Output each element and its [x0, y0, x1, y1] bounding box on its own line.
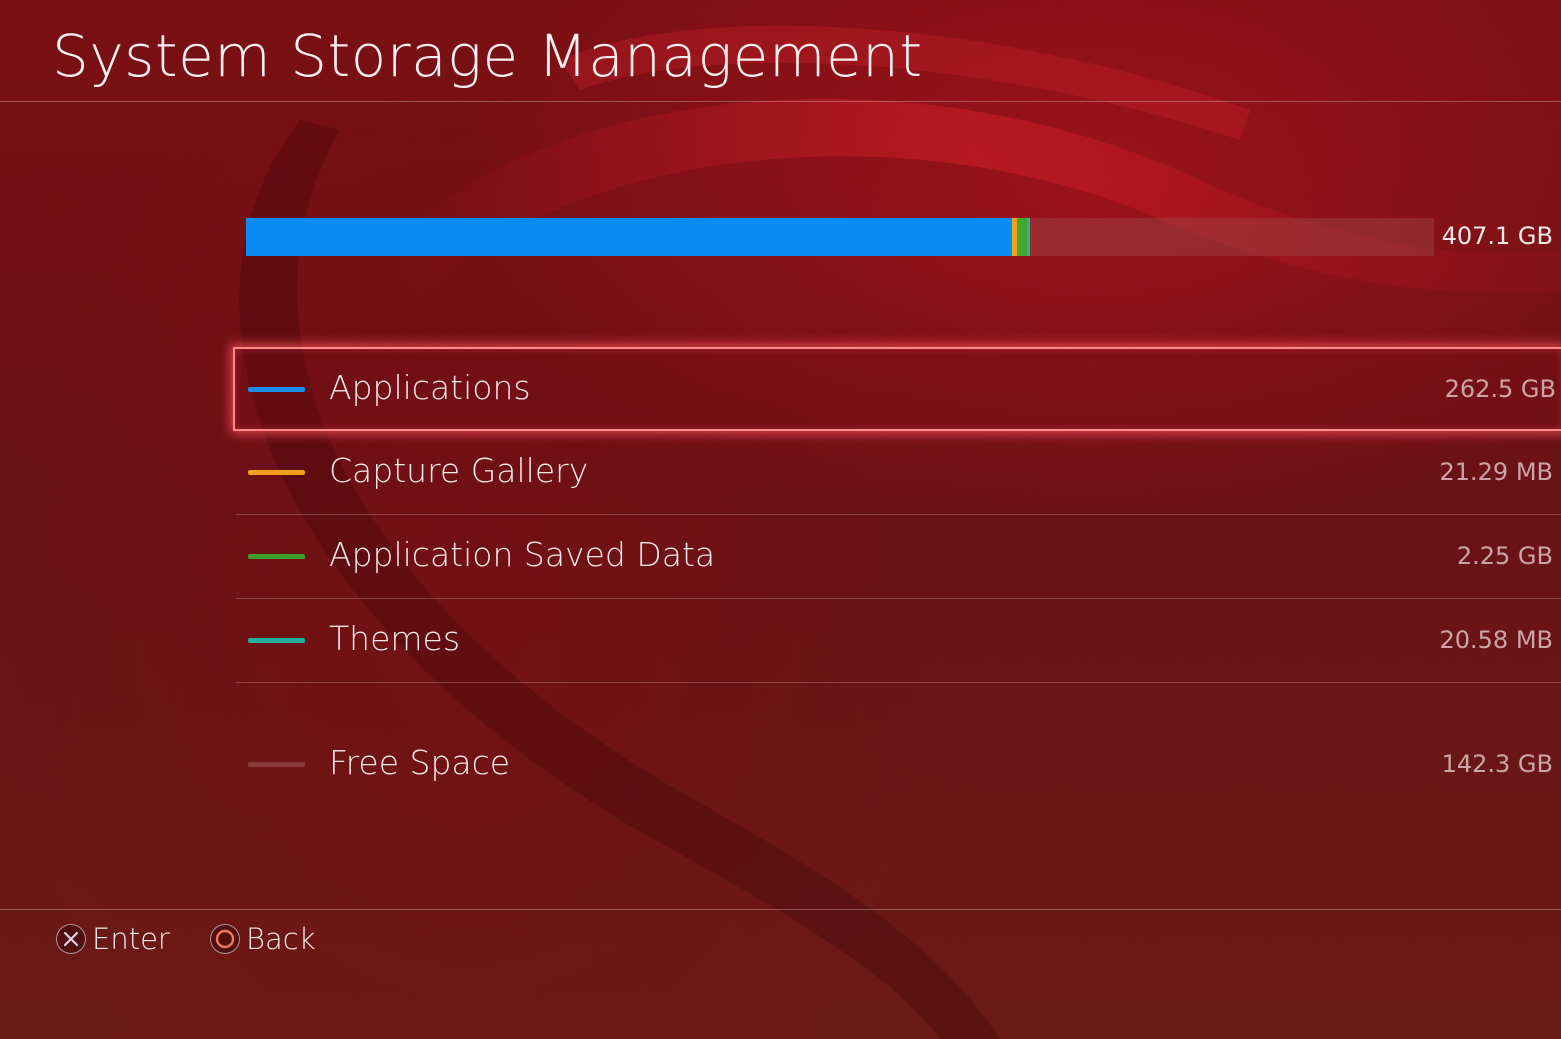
bar-segment-themes: [1027, 218, 1030, 256]
category-size: 2.25 GB: [1456, 542, 1553, 570]
saved-data-color-swatch: [248, 554, 305, 559]
storage-usage-bar: [246, 218, 1434, 256]
category-label: Capture Gallery: [329, 451, 589, 490]
category-label: Applications: [329, 368, 531, 407]
storage-total-label: 407.1 GB: [1441, 222, 1553, 250]
storage-category-list: Applications 262.5 GB Capture Gallery 21…: [233, 347, 1561, 807]
header-divider: [0, 101, 1561, 102]
category-row-capture-gallery[interactable]: Capture Gallery 21.29 MB: [236, 431, 1561, 515]
enter-label: Enter: [92, 922, 170, 956]
category-row-applications[interactable]: Applications 262.5 GB: [233, 347, 1561, 431]
category-size: 262.5 GB: [1444, 375, 1556, 403]
category-row-application-saved-data[interactable]: Application Saved Data 2.25 GB: [236, 515, 1561, 599]
category-size: 20.58 MB: [1439, 626, 1553, 654]
bar-segment-applications: [246, 218, 1012, 256]
back-hint[interactable]: Back: [210, 922, 316, 956]
enter-hint[interactable]: Enter: [56, 922, 170, 956]
bar-segment-saved: [1017, 218, 1027, 256]
category-size: 21.29 MB: [1439, 458, 1553, 486]
applications-color-swatch: [248, 387, 305, 392]
category-row-free-space: Free Space 142.3 GB: [236, 723, 1561, 807]
circle-button-icon: [210, 924, 240, 954]
cross-button-icon: [56, 924, 86, 954]
page-title: System Storage Management: [52, 22, 923, 90]
free-space-color-swatch: [248, 762, 305, 767]
footer-divider: [0, 909, 1561, 910]
capture-gallery-color-swatch: [248, 470, 305, 475]
themes-color-swatch: [248, 638, 305, 643]
category-size: 142.3 GB: [1441, 750, 1553, 778]
category-label: Themes: [329, 619, 461, 658]
category-label: Free Space: [329, 743, 511, 782]
back-label: Back: [246, 922, 316, 956]
category-label: Application Saved Data: [329, 535, 716, 574]
category-row-themes[interactable]: Themes 20.58 MB: [236, 599, 1561, 683]
